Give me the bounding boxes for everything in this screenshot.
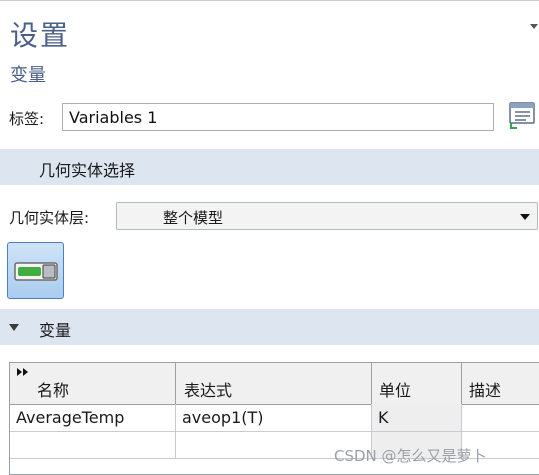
geometry-level-select[interactable]: 整个模型: [116, 202, 538, 230]
column-header-unit[interactable]: 单位: [372, 363, 462, 404]
column-header-name[interactable]: 名称: [10, 363, 176, 404]
cell-description[interactable]: [462, 404, 539, 431]
column-header-description[interactable]: 描述: [462, 363, 539, 404]
variables-section[interactable]: 变量: [0, 309, 539, 345]
label-field-label: 标签:: [9, 110, 45, 128]
table-header: 名称 表达式 单位 描述: [10, 363, 539, 405]
top-border: [0, 0, 539, 1]
cell-name[interactable]: [10, 432, 176, 458]
label-options-button[interactable]: [507, 100, 537, 130]
collapse-arrow-icon[interactable]: [530, 24, 538, 29]
label-input[interactable]: [62, 103, 494, 131]
cell-expression[interactable]: aveop1(T): [176, 404, 372, 431]
table-row[interactable]: AverageTemp aveop1(T) K: [10, 404, 539, 432]
variables-title: 变量: [39, 321, 72, 340]
toggle-switch-icon: [14, 262, 58, 281]
watermark: CSDN @怎么又是萝卜: [334, 447, 487, 465]
geometry-level-label: 几何实体层:: [9, 209, 90, 227]
geometry-selection-section[interactable]: 几何实体选择: [0, 149, 539, 185]
document-list-icon: [509, 102, 535, 129]
triangle-down-icon: [9, 324, 19, 331]
chevron-down-icon: [520, 214, 530, 220]
page-subtitle: 变量: [10, 65, 46, 86]
geometry-selection-title: 几何实体选择: [39, 161, 136, 180]
double-arrow-right-icon[interactable]: [16, 367, 30, 377]
column-header-expression[interactable]: 表达式: [176, 363, 372, 404]
page-title: 设置: [10, 19, 71, 52]
cell-name[interactable]: AverageTemp: [10, 404, 176, 431]
activate-toggle-button[interactable]: [7, 242, 64, 299]
cell-unit: K: [372, 404, 462, 431]
geometry-level-value: 整个模型: [163, 209, 224, 227]
